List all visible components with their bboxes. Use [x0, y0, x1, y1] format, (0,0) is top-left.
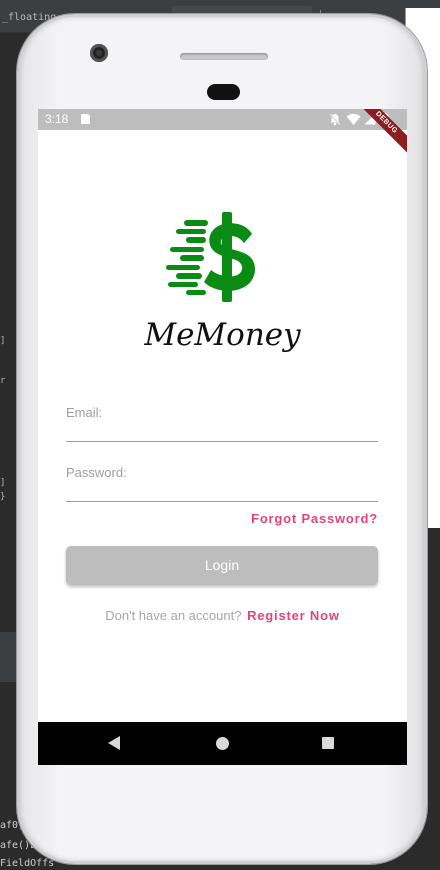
wifi-icon: [346, 113, 361, 125]
register-prompt: Don't have an account?: [105, 608, 242, 623]
ide-code-char: }: [0, 492, 6, 502]
dollar-logo-icon: [166, 212, 255, 302]
earpiece-speaker: [180, 53, 268, 60]
sd-card-icon: [81, 114, 90, 124]
register-row: Don't have an account? Register Now: [38, 608, 407, 623]
email-field[interactable]: Email:: [66, 401, 378, 442]
proximity-sensor: [207, 84, 240, 100]
ide-code-char: ]: [0, 478, 6, 488]
email-input[interactable]: [66, 401, 378, 441]
phone-screen: 3:18 DEBUG MeMoney Email: Password: Forg…: [38, 109, 407, 765]
home-icon[interactable]: [216, 737, 229, 750]
status-time: 3:18: [45, 112, 69, 126]
ide-code-char: r: [0, 376, 6, 386]
password-input[interactable]: [66, 461, 378, 501]
back-icon[interactable]: [108, 736, 120, 750]
recents-icon[interactable]: [322, 737, 334, 749]
app-name: MeMoney: [144, 317, 301, 353]
login-button[interactable]: Login: [66, 546, 378, 585]
forgot-password-link[interactable]: Forgot Password?: [251, 511, 378, 526]
notifications-off-icon: [329, 113, 341, 126]
front-camera: [90, 44, 108, 62]
android-nav-bar: [38, 722, 407, 765]
password-field[interactable]: Password:: [66, 461, 378, 502]
status-bar: 3:18: [38, 109, 407, 130]
ide-code-char: ]: [0, 336, 6, 346]
register-now-link[interactable]: Register Now: [247, 608, 340, 623]
